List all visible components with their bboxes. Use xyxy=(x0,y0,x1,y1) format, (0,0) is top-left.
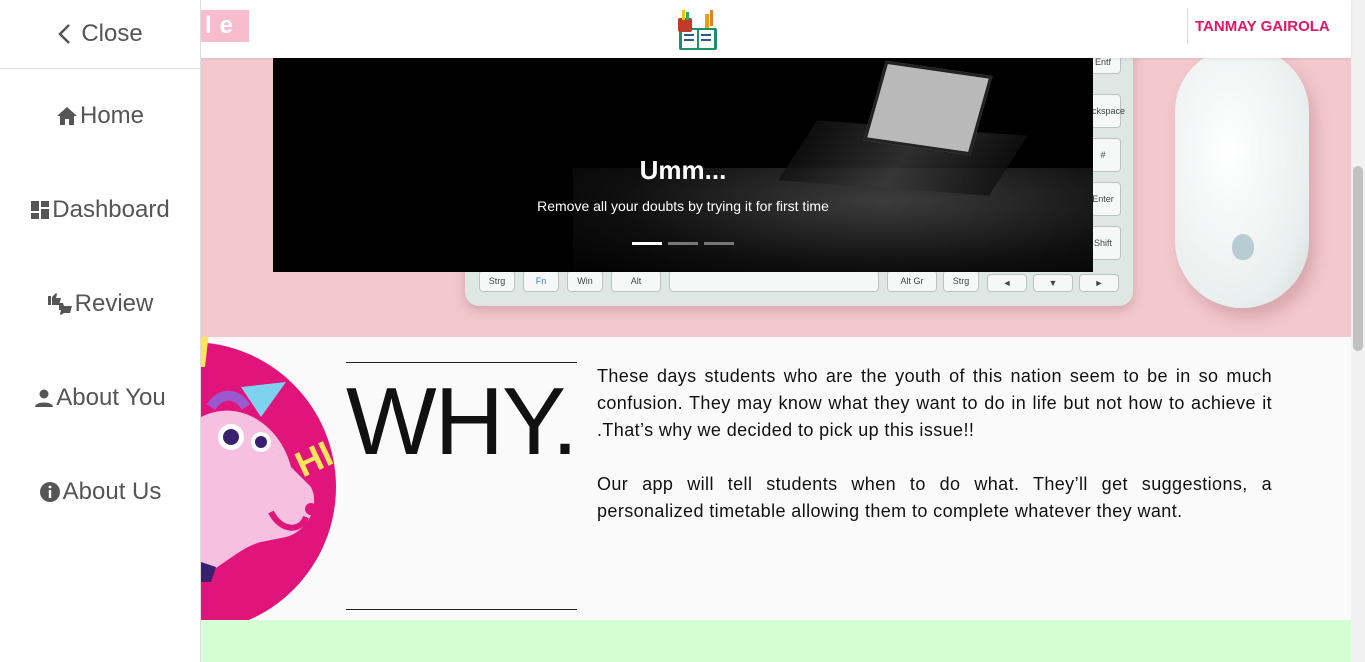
divider xyxy=(346,362,577,363)
carousel-indicator-3[interactable] xyxy=(704,242,734,245)
laptop-image xyxy=(863,60,993,156)
keyboard-key: ◄ xyxy=(987,274,1027,292)
nav-item-label: Home xyxy=(79,102,145,129)
keyboard-key: Strg xyxy=(943,270,979,292)
close-button[interactable]: Close xyxy=(0,0,200,69)
keyboard-key: ► xyxy=(1079,274,1119,292)
keyboard-key: Win xyxy=(567,270,603,292)
top-app-bar: le TANMAY GAIROLA xyxy=(201,0,1351,58)
nav-item-home[interactable]: Home xyxy=(0,69,200,163)
keyboard-key: Alt xyxy=(611,270,661,292)
divider xyxy=(346,609,577,610)
keyboard-key xyxy=(669,270,879,292)
keyboard-key: Strg xyxy=(479,270,515,292)
person-icon xyxy=(35,389,54,407)
keyboard-key: Fn xyxy=(523,270,559,292)
dashboard-icon xyxy=(31,201,50,219)
why-paragraph: These days students who are the youth of… xyxy=(597,366,1272,440)
carousel-indicators xyxy=(632,242,734,245)
unicorn-illustration: HI xyxy=(201,337,339,620)
keyboard-key: ▼ xyxy=(1033,274,1073,292)
next-section-band xyxy=(201,620,1351,662)
nav-item-dashboard[interactable]: Dashboard xyxy=(0,163,200,257)
nav-item-label: Dashboard xyxy=(52,196,170,223)
why-description: These days students who are the youth of… xyxy=(597,363,1272,525)
keyboard-key: Alt Gr xyxy=(887,270,937,292)
carousel-indicator-2[interactable] xyxy=(668,242,698,245)
image-carousel[interactable]: Umm... Remove all your doubts by trying … xyxy=(273,58,1093,272)
user-name-button[interactable]: TANMAY GAIROLA xyxy=(1195,18,1330,35)
page-scrollbar[interactable] xyxy=(1351,0,1365,662)
mouse-image xyxy=(1175,58,1309,308)
info-icon xyxy=(39,482,60,502)
nav-item-label: About Us xyxy=(62,478,162,505)
carousel-subtitle: Remove all your doubts by trying it for … xyxy=(537,198,829,214)
carousel-indicator-1[interactable] xyxy=(632,242,662,245)
brand-title[interactable]: le xyxy=(201,10,249,42)
close-label: Close xyxy=(81,20,143,47)
scrollbar-thumb[interactable] xyxy=(1353,166,1363,351)
chevron-left-icon xyxy=(58,24,71,44)
thumbs-icon xyxy=(47,293,72,315)
study-logo-icon[interactable] xyxy=(675,8,721,54)
apple-logo-icon xyxy=(1232,234,1254,260)
divider xyxy=(1187,8,1188,44)
carousel-title: Umm... xyxy=(639,155,727,185)
nav-item-about-us[interactable]: About Us xyxy=(0,445,200,539)
nav-item-label: About You xyxy=(56,384,166,411)
nav-item-about-you[interactable]: About You xyxy=(0,351,200,445)
nav-item-review[interactable]: Review xyxy=(0,257,200,351)
home-icon xyxy=(56,107,77,125)
why-section: HI WHY. These days students who are the … xyxy=(201,337,1351,620)
why-paragraph: Our app will tell students when to do wh… xyxy=(597,474,1272,521)
why-heading: WHY. xyxy=(346,368,578,475)
side-nav: Close Home Dashboard Review About You Ab… xyxy=(0,0,201,662)
nav-item-label: Review xyxy=(74,290,154,317)
